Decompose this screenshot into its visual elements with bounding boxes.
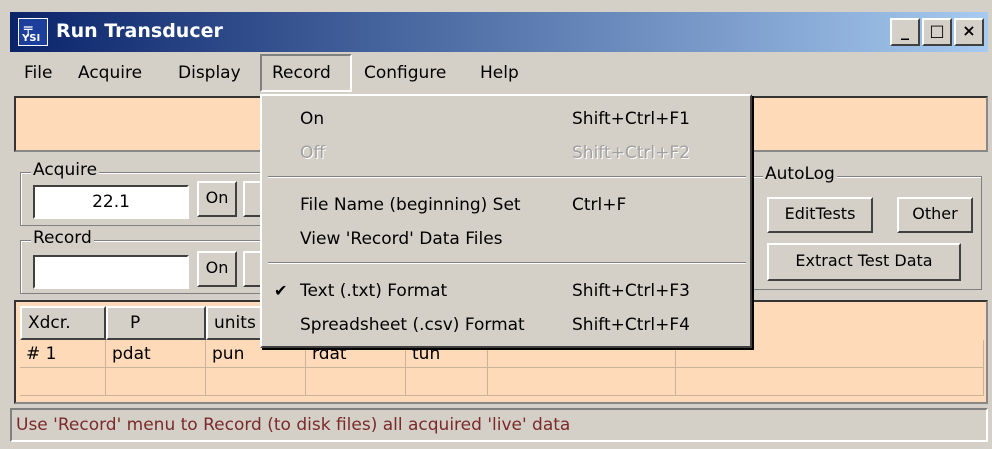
table-cell: # 1 xyxy=(20,340,106,368)
edit-tests-button[interactable]: EditTests xyxy=(767,197,873,233)
menu-configure[interactable]: Configure xyxy=(354,54,456,92)
menu-record[interactable]: Record xyxy=(260,54,352,92)
menu-display[interactable]: Display xyxy=(168,54,251,92)
menu-item-shortcut: Ctrl+F xyxy=(572,195,627,215)
menu-item-shortcut: Shift+Ctrl+F1 xyxy=(572,109,690,129)
app-window: ╤ YSI Run Transducer _ □ × File Acquire … xyxy=(0,0,992,449)
acquire-on-button[interactable]: On xyxy=(197,181,237,217)
autolog-group-label: AutoLog xyxy=(763,164,837,184)
table-cell xyxy=(488,368,676,396)
menu-item-label: Text (.txt) Format xyxy=(300,281,448,301)
record-group: Record On xyxy=(20,228,273,294)
menu-item-shortcut: Shift+Ctrl+F2 xyxy=(572,143,690,163)
menu-item-on[interactable]: On Shift+Ctrl+F1 xyxy=(262,104,750,134)
column-header-xdcr[interactable]: Xdcr. xyxy=(20,306,106,340)
menu-acquire[interactable]: Acquire xyxy=(68,54,152,92)
table-cell xyxy=(676,368,984,396)
table-cell: pdat xyxy=(106,340,206,368)
autolog-group: AutoLog EditTests Other Extract Test Dat… xyxy=(752,164,982,290)
app-icon-label: YSI xyxy=(22,33,41,44)
table-cell xyxy=(306,368,406,396)
close-button[interactable]: × xyxy=(954,18,984,46)
title-bar[interactable]: ╤ YSI Run Transducer _ □ × xyxy=(10,12,988,52)
menu-item-file-name-set[interactable]: File Name (beginning) Set Ctrl+F xyxy=(262,190,750,220)
record-group-label: Record xyxy=(31,228,94,248)
check-icon: ✔ xyxy=(274,281,288,300)
acquire-group-label: Acquire xyxy=(31,160,100,180)
acquire-group: Acquire 22.1 On xyxy=(20,160,273,226)
table-cell xyxy=(206,368,306,396)
record-menu-dropdown: On Shift+Ctrl+F1 Off Shift+Ctrl+F2 File … xyxy=(260,94,752,348)
table-cell xyxy=(106,368,206,396)
table-cell xyxy=(20,368,106,396)
app-icon[interactable]: ╤ YSI xyxy=(18,18,48,46)
record-on-button[interactable]: On xyxy=(197,251,237,287)
other-button[interactable]: Other xyxy=(897,197,973,233)
table-cell xyxy=(406,368,488,396)
column-header-p[interactable]: P xyxy=(106,306,206,340)
menu-item-text-format[interactable]: ✔ Text (.txt) Format Shift+Ctrl+F3 xyxy=(262,276,750,306)
acquire-value-field[interactable]: 22.1 xyxy=(33,185,189,219)
menu-help[interactable]: Help xyxy=(470,54,529,92)
menu-item-shortcut: Shift+Ctrl+F3 xyxy=(572,281,690,301)
menu-item-csv-format[interactable]: Spreadsheet (.csv) Format Shift+Ctrl+F4 xyxy=(262,310,750,340)
menu-item-label: Off xyxy=(300,143,326,163)
minimize-button[interactable]: _ xyxy=(890,18,920,46)
menu-item-label: View 'Record' Data Files xyxy=(300,229,503,249)
menu-bar: File Acquire Display Record Configure He… xyxy=(10,54,988,92)
status-bar: Use 'Record' menu to Record (to disk fil… xyxy=(10,408,988,442)
extract-test-data-button[interactable]: Extract Test Data xyxy=(767,243,961,281)
menu-file[interactable]: File xyxy=(14,54,62,92)
menu-item-label: On xyxy=(300,109,325,129)
record-value-field[interactable] xyxy=(33,255,189,289)
maximize-button[interactable]: □ xyxy=(922,18,952,46)
window-title: Run Transducer xyxy=(56,20,223,42)
menu-separator xyxy=(268,176,746,178)
menu-separator xyxy=(268,262,746,264)
menu-item-off[interactable]: Off Shift+Ctrl+F2 xyxy=(262,138,750,168)
menu-item-shortcut: Shift+Ctrl+F4 xyxy=(572,315,690,335)
menu-item-label: File Name (beginning) Set xyxy=(300,195,521,215)
menu-item-label: Spreadsheet (.csv) Format xyxy=(300,315,525,335)
menu-item-view-record-files[interactable]: View 'Record' Data Files xyxy=(262,224,750,254)
